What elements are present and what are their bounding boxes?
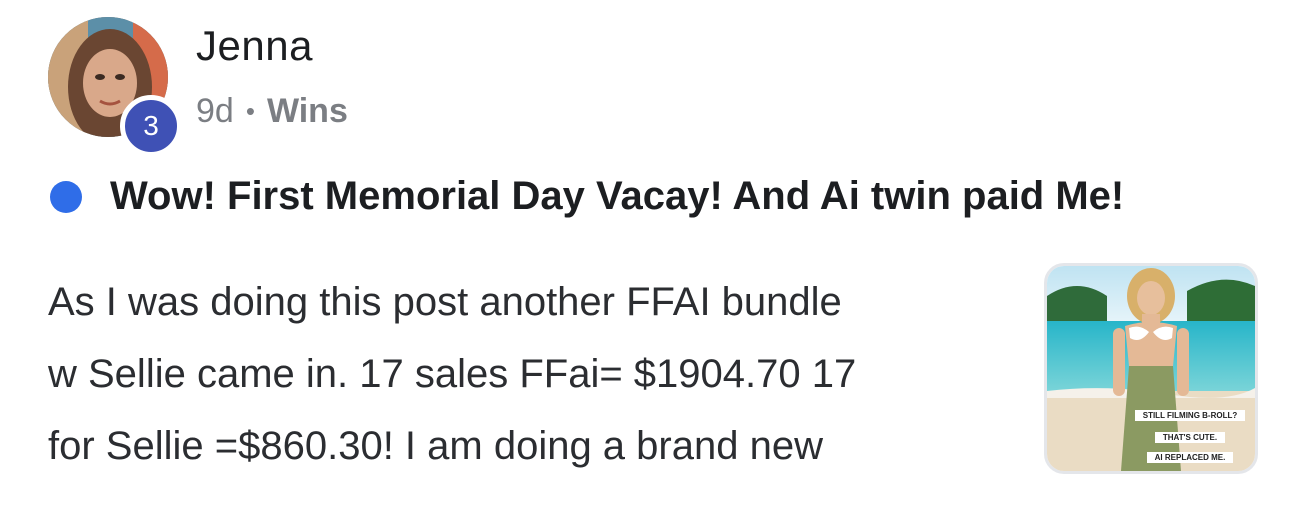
level-badge: 3 (120, 95, 182, 157)
post-body-line: As I was doing this post another FFAI bu… (48, 280, 842, 324)
post-body-preview[interactable]: As I was doing this post another FFAI bu… (48, 266, 1018, 482)
post-body-line: for Sellie =$860.30! I am doing a brand … (48, 424, 823, 468)
post-thumbnail[interactable]: STILL FILMING B-ROLL? THAT'S CUTE. AI RE… (1044, 263, 1258, 474)
post-title-row[interactable]: Wow! First Memorial Day Vacay! And Ai tw… (50, 174, 1124, 219)
thumbnail-caption-2: THAT'S CUTE. (1155, 432, 1225, 443)
post-body-line: w Sellie came in. 17 sales FFai= $1904.7… (48, 352, 857, 396)
post-title[interactable]: Wow! First Memorial Day Vacay! And Ai tw… (110, 174, 1124, 219)
post-meta: 9d • Wins (196, 92, 348, 131)
post-time: 9d (196, 92, 234, 130)
thumbnail-caption-1: STILL FILMING B-ROLL? (1135, 410, 1245, 421)
unread-dot-icon (50, 180, 82, 213)
post-category[interactable]: Wins (267, 92, 348, 131)
meta-separator: • (245, 96, 255, 126)
author-name[interactable]: Jenna (196, 22, 313, 70)
thumbnail-caption-3: AI REPLACED ME. (1147, 452, 1233, 463)
